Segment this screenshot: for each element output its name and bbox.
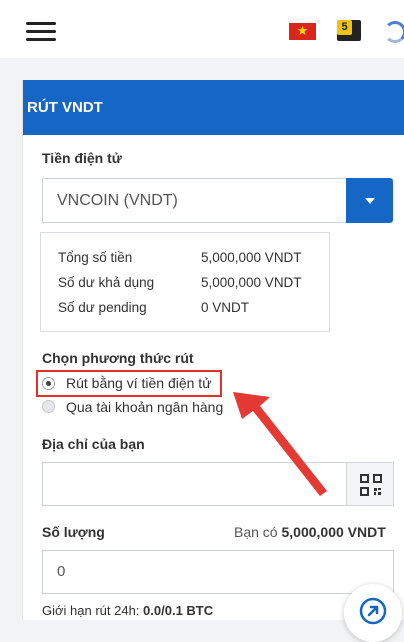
annotation-arrow [233,392,327,496]
